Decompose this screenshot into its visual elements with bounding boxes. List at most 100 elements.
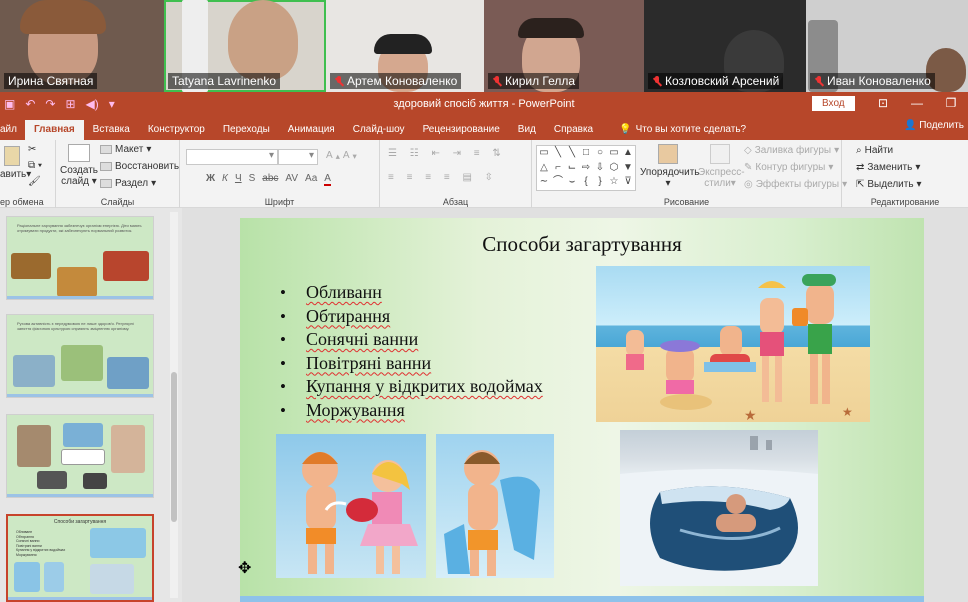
char-spacing-button[interactable]: AV [285, 173, 298, 186]
copy-icon[interactable]: ⧉ ▾ [28, 160, 42, 171]
oval-shape-icon[interactable]: ○ [593, 146, 607, 161]
dousing-kids-image[interactable] [276, 434, 426, 578]
tell-me-box[interactable]: 💡 Что вы хотите сделать? [610, 120, 755, 140]
shadow-button[interactable]: S [249, 173, 256, 186]
video-tile[interactable]: Артем Коноваленко [326, 0, 484, 92]
gallery-up-icon[interactable]: ▲ [621, 146, 635, 161]
tab-view[interactable]: Вид [509, 120, 545, 140]
quick-styles-button[interactable]: Экспресс-стили▾ [698, 144, 745, 189]
font-size-input[interactable]: ▾ [278, 149, 318, 165]
slide-title[interactable]: Способи загартування [240, 232, 924, 257]
sport-image [107, 357, 149, 389]
save-icon[interactable]: ▣ [4, 97, 15, 111]
reset-button[interactable]: Восстановить [100, 161, 179, 172]
font-grow-icon[interactable]: A ▴ A ▾ [326, 150, 357, 161]
video-tile[interactable]: Ирина Святная [0, 0, 164, 92]
restore-icon[interactable]: ❐ [934, 92, 968, 116]
new-slide-button[interactable]: Создать слайд ▾ [60, 144, 98, 187]
shape-fill-button[interactable]: ◇ Заливка фигуры ▾ [744, 145, 839, 156]
font-group: ▾ ▾ A ▴ A ▾ Ж К Ч S abc AV Aa A Шрифт [180, 140, 380, 208]
video-tile[interactable]: Козловский Арсений [644, 0, 806, 92]
tab-transitions[interactable]: Переходы [214, 120, 279, 140]
tab-animations[interactable]: Анимация [279, 120, 344, 140]
list-buttons-row[interactable]: ☰ ☷ ⇤ ⇥ ≡ ⇅ [388, 148, 506, 159]
video-tile[interactable]: Кирил Гелла [484, 0, 644, 92]
paste-button[interactable]: авить▾ [0, 146, 31, 180]
gallery-more-icon[interactable]: ⊽ [621, 175, 635, 190]
video-tile-active[interactable]: Tatyana Lavrinenko [164, 0, 326, 92]
audio-icon[interactable]: ◀) [86, 97, 99, 111]
kids-image [14, 562, 40, 592]
brace-shape-icon[interactable]: } [593, 175, 607, 190]
brace-shape-icon[interactable]: { [579, 175, 593, 190]
tab-file[interactable]: айл [0, 120, 25, 140]
slide-bullet-list[interactable]: Обливанн Обтирання Сонячні ванни Повітря… [280, 281, 543, 422]
bold-button[interactable]: Ж [206, 173, 215, 186]
redo-icon[interactable]: ↷ [45, 97, 55, 111]
triangle-shape-icon[interactable]: △ [537, 161, 551, 176]
line-shape-icon[interactable]: ╲ [551, 146, 565, 161]
connector-shape-icon[interactable]: ⌙ [565, 161, 579, 176]
section-button[interactable]: Раздел ▾ [100, 178, 156, 189]
connector-shape-icon[interactable]: ⌐ [551, 161, 565, 176]
change-case-button[interactable]: Aa [305, 173, 317, 186]
tab-home[interactable]: Главная [24, 120, 84, 140]
rect-shape-icon[interactable]: ▭ [607, 146, 621, 161]
shapes-gallery[interactable]: ▭ ╲ ╲ □ ○ ▭ ▲ △ ⌐ ⌙ ⇨ ⇩ ⬡ ▼ ∼ ⌒ ⌣{} ☆ ⊽ [536, 145, 636, 191]
minimize-icon[interactable]: — [900, 92, 934, 116]
arrange-button[interactable]: Упорядочить ▾ [640, 144, 700, 189]
tab-slideshow[interactable]: Слайд-шоу [344, 120, 414, 140]
bullet-item: Обтирання [280, 305, 543, 329]
font-color-button[interactable]: A [324, 173, 331, 186]
tab-design[interactable]: Конструктор [139, 120, 214, 140]
current-slide[interactable]: Способи загартування Обливанн Обтирання … [240, 218, 924, 602]
video-tile[interactable]: Иван Коноваленко [806, 0, 968, 92]
format-painter-icon[interactable]: 🖌 [28, 176, 41, 187]
slide-thumbnail[interactable] [6, 414, 154, 498]
towel-boy-image[interactable] [436, 434, 554, 578]
curve-shape-icon[interactable]: ∼ [537, 175, 551, 190]
font-name-input[interactable]: ▾ [186, 149, 278, 165]
thumbnail-scrollbar[interactable] [170, 212, 178, 598]
slides-group: Создать слайд ▾ Макет ▾ Восстановить Разде… [56, 140, 180, 208]
layout-button[interactable]: Макет ▾ [100, 144, 151, 155]
beach-kids-image[interactable]: ★ ★ [596, 266, 870, 422]
present-icon[interactable]: ⊞ [65, 97, 75, 111]
star-shape-icon[interactable]: ☆ [607, 175, 621, 190]
tab-insert[interactable]: Вставка [84, 120, 139, 140]
underline-button[interactable]: Ч [235, 173, 242, 186]
share-button[interactable]: 👤 Поделить [904, 120, 964, 131]
tab-review[interactable]: Рецензирование [414, 120, 509, 140]
replace-button[interactable]: ⇄ Заменить ▾ [856, 162, 920, 173]
customize-qa-icon[interactable]: ▾ [109, 97, 115, 111]
scrollbar-thumb[interactable] [171, 372, 177, 522]
undo-icon[interactable]: ↶ [25, 97, 35, 111]
arrow-shape-icon[interactable]: ⇨ [579, 161, 593, 176]
tab-help[interactable]: Справка [545, 120, 602, 140]
shape-icon[interactable]: ⬡ [607, 161, 621, 176]
strikethrough-button[interactable]: abc [262, 173, 278, 186]
arrow-shape-icon[interactable]: ⇩ [593, 161, 607, 176]
select-button[interactable]: ⇱ Выделить ▾ [856, 179, 922, 190]
arrange-icon [658, 144, 678, 164]
shape-effects-button[interactable]: ◎ Эффекты фигуры ▾ [744, 179, 847, 190]
thumbnail-title: Способи загартування [53, 519, 107, 525]
align-buttons-row[interactable]: ≡ ≡ ≡ ≡ ▤ ⇳ [388, 172, 498, 183]
slide-thumbnail-selected[interactable]: Способи загартування Обливанн Обтирання Со… [6, 514, 154, 602]
italic-button[interactable]: К [222, 173, 228, 186]
shape-outline-button[interactable]: ✎ Контур фигуры ▾ [744, 162, 833, 173]
curve-shape-icon[interactable]: ⌒ [551, 175, 565, 190]
slide-thumbnail[interactable]: Раціональне харчування забезпечує органі… [6, 216, 154, 300]
ice-swimming-photo[interactable] [620, 430, 818, 586]
rect-shape-icon[interactable]: □ [579, 146, 593, 161]
line-shape-icon[interactable]: ╲ [565, 146, 579, 161]
login-button[interactable]: Вход [812, 96, 855, 111]
gallery-down-icon[interactable]: ▼ [621, 161, 635, 176]
cut-icon[interactable]: ✂ [28, 144, 36, 155]
textbox-shape-icon[interactable]: ▭ [537, 146, 551, 161]
ribbon-display-icon[interactable]: ⊡ [866, 92, 900, 116]
slide-thumbnail[interactable]: Рухова активність є передумовою не лише … [6, 314, 154, 398]
hygiene-image [37, 471, 67, 489]
find-button[interactable]: ⌕ Найти [856, 145, 893, 156]
curve-shape-icon[interactable]: ⌣ [565, 175, 579, 190]
